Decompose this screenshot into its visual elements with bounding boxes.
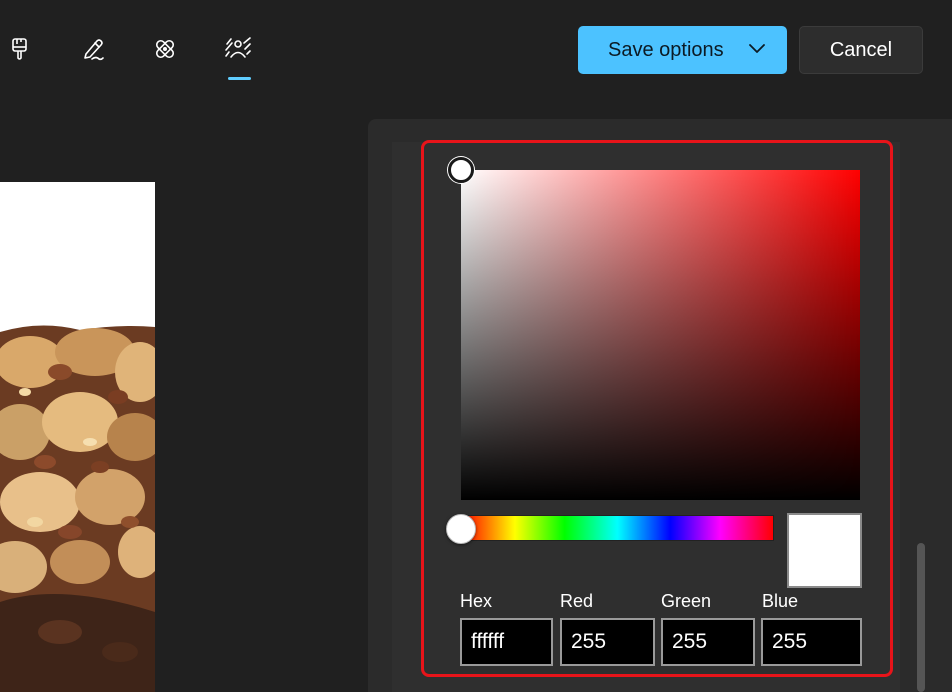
active-tool-indicator: [228, 77, 251, 80]
retouch-bandage-icon[interactable]: [151, 34, 179, 64]
cancel-label: Cancel: [829, 39, 893, 61]
background-blur-icon[interactable]: [224, 34, 252, 64]
pen-markup-icon[interactable]: [79, 34, 107, 64]
chevron-down-icon: [748, 42, 766, 60]
save-options-button[interactable]: Save options: [578, 26, 787, 74]
panel-scrollbar[interactable]: [917, 543, 925, 692]
photo-canvas[interactable]: [0, 182, 155, 692]
cancel-button[interactable]: Cancel: [799, 26, 923, 74]
paint-brush-icon[interactable]: [6, 34, 34, 64]
save-options-label: Save options: [608, 39, 724, 61]
color-picker-highlight: [421, 140, 893, 677]
